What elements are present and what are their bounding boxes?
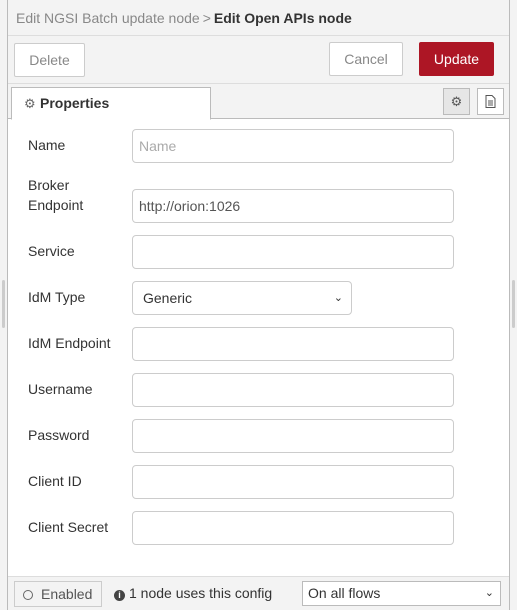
tab-bar: ⚙ Properties ⚙ — [8, 84, 509, 120]
left-resize-handle[interactable] — [2, 280, 5, 328]
breadcrumb-parent[interactable]: Edit NGSI Batch update node — [16, 10, 200, 26]
broker-endpoint-input[interactable]: http://orion:1026 — [132, 189, 454, 223]
gear-icon: ⚙ — [24, 96, 36, 111]
client-secret-label: Client Secret — [28, 519, 109, 535]
tray-header: Edit NGSI Batch update node > Edit Open AP… — [8, 0, 509, 36]
description-tab-button[interactable] — [477, 88, 504, 115]
info-icon: i — [114, 590, 125, 601]
password-input[interactable] — [132, 419, 454, 453]
client-id-label: Client ID — [28, 473, 82, 489]
client-secret-input[interactable] — [132, 511, 454, 545]
password-label: Password — [28, 427, 90, 443]
settings-tab-button[interactable]: ⚙ — [443, 88, 470, 115]
broker-endpoint-label: Broker Endpoint — [28, 175, 83, 215]
name-label: Name — [28, 137, 66, 153]
username-input[interactable] — [132, 373, 454, 407]
chevron-down-icon: ⌄ — [484, 587, 494, 599]
client-id-input[interactable] — [132, 465, 454, 499]
idm-endpoint-label: IdM Endpoint — [28, 335, 111, 351]
chevron-down-icon: ⌄ — [333, 292, 343, 304]
page-title: Edit Open APIs node — [213, 10, 352, 26]
service-input[interactable] — [132, 235, 454, 269]
tray-toolbar: Delete Cancel Update — [8, 36, 509, 84]
broker-endpoint-label-line2: Endpoint — [28, 197, 84, 213]
breadcrumb-separator: > — [202, 10, 211, 26]
username-label: Username — [28, 381, 93, 397]
tray-footer: Enabled i 1 node uses this config On all … — [8, 576, 509, 610]
cancel-button[interactable]: Cancel — [329, 42, 403, 76]
document-icon — [485, 95, 496, 108]
broker-endpoint-label-line1: Broker — [28, 177, 70, 193]
delete-button[interactable]: Delete — [14, 43, 85, 77]
update-button[interactable]: Update — [419, 42, 494, 76]
usage-text: 1 node uses this config — [129, 585, 273, 601]
right-resize-handle[interactable] — [512, 280, 515, 328]
scope-value: On all flows — [308, 585, 381, 601]
scope-select[interactable]: On all flows ⌄ — [302, 581, 501, 606]
edit-tray: Edit NGSI Batch update node > Edit Open AP… — [7, 0, 510, 610]
enabled-label: Enabled — [41, 586, 93, 602]
idm-type-value: Generic — [143, 290, 193, 306]
idm-type-label: IdM Type — [28, 289, 86, 305]
enabled-toggle[interactable]: Enabled — [14, 581, 102, 607]
gear-icon: ⚙ — [450, 94, 463, 109]
radio-icon — [23, 590, 33, 600]
idm-endpoint-input[interactable] — [132, 327, 454, 361]
service-label: Service — [28, 243, 75, 259]
tab-properties[interactable]: ⚙ Properties — [11, 87, 211, 120]
tab-properties-label: Properties — [40, 95, 110, 111]
name-input[interactable]: Name — [132, 129, 454, 163]
usage-info: i 1 node uses this config — [114, 585, 272, 601]
idm-type-select[interactable]: Generic ⌄ — [132, 281, 352, 315]
